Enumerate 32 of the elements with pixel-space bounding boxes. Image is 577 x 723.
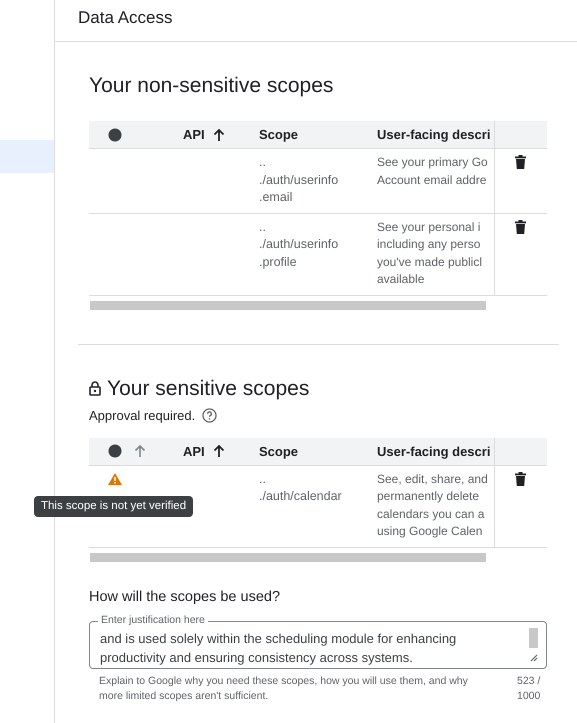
description-cell-text: See your personal i including any perso you've made publicl available [377,218,484,288]
horizontal-scrollbar[interactable] [90,552,486,562]
help-icon[interactable] [202,408,218,422]
horizontal-scrollbar[interactable] [90,300,486,310]
sort-arrow-icon[interactable] [212,444,225,458]
status-dot-icon [108,444,122,458]
section-title: Your sensitive scopes [107,376,310,400]
column-header[interactable]: Scope [259,444,298,458]
column-header[interactable]: Scope [259,127,298,142]
description-cell-text: See your primary Go Account email addre [377,154,489,188]
character-counter: 523 / 1000 [517,674,542,704]
column-header[interactable]: User-facing descri [377,444,490,458]
column-header[interactable]: API [183,127,205,142]
page-title: Data Access [78,8,172,27]
scope-cell-text: .. ./auth/userinfo .profile [259,218,340,271]
scope-cell-text: .. ./auth/userinfo .email [259,154,340,206]
question-heading: How will the scopes be used? [89,588,282,604]
vertical-scrollbar[interactable] [529,628,538,648]
delete-icon[interactable] [515,220,526,234]
resize-handle-icon[interactable] [530,654,538,662]
status-dot-icon [108,128,122,142]
delete-icon[interactable] [515,472,526,486]
section-title: Your non-sensitive scopes [89,74,334,98]
description-cell-text: See, edit, share, and permanently delete calendars you can a using Google Calen [377,470,489,540]
column-header[interactable]: User-facing descri [377,127,490,142]
column-header[interactable]: API [183,444,205,458]
tooltip: This scope is not yet verified [34,496,194,516]
helper-text: Explain to Google why you need these scopes, how you will use them, and why more limited scopes aren't sufficient. [99,674,469,704]
sort-arrow-icon[interactable] [212,128,225,142]
scope-cell-text: .. ./auth/calendar [259,470,343,505]
approval-note: Approval required. [89,408,196,422]
delete-icon[interactable] [515,155,526,169]
